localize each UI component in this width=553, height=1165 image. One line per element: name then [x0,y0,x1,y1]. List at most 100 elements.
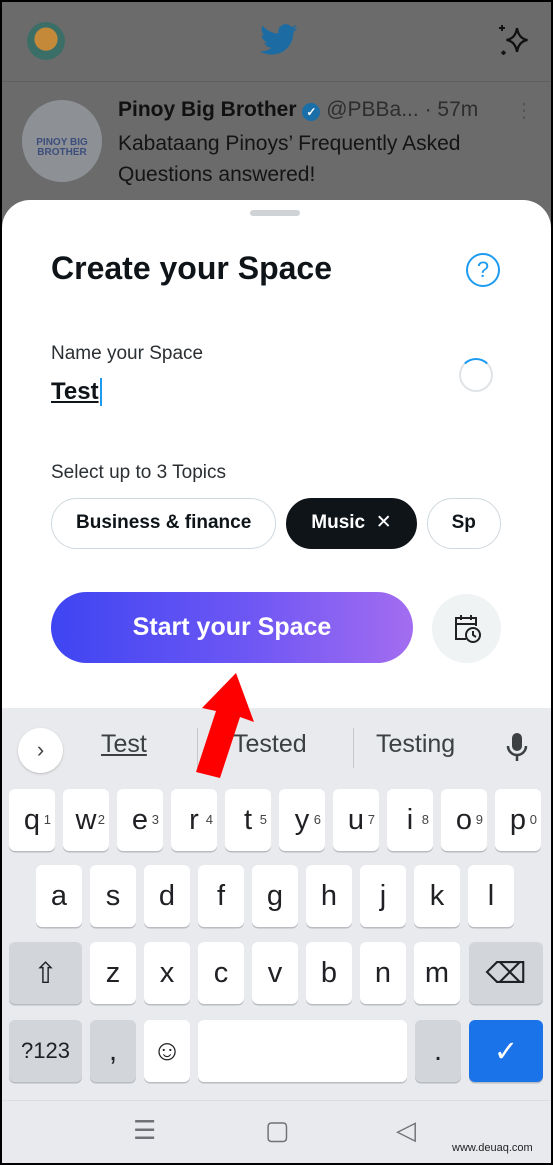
key-h[interactable]: h [306,865,352,927]
key-label: x [159,957,175,989]
key-m[interactable]: m [414,942,460,1004]
suggestion-test[interactable]: Test [101,730,147,759]
key-v[interactable]: v [252,942,298,1004]
topic-chip-music[interactable]: Music ✕ [286,498,417,549]
key-label: s [105,880,121,912]
character-count-ring [459,358,493,392]
tweet-handle: @PBBa... [326,98,419,121]
tweet-header: Pinoy Big Brother ✓ @PBBa... · 57m [118,98,478,122]
symbols-key[interactable]: ?123 [9,1020,82,1082]
drag-handle[interactable] [250,210,300,216]
chip-label: Music [311,512,366,533]
key-label: n [374,957,392,989]
more-options-icon[interactable]: ⋮ [514,98,534,123]
key-label: u [347,804,365,836]
close-icon[interactable]: ✕ [376,512,392,533]
topic-chip-sports[interactable]: Sp [426,498,501,549]
key-label: e [131,804,149,836]
schedule-button[interactable] [432,594,501,663]
key-hint: 6 [313,812,321,827]
key-e[interactable]: e3 [117,789,163,851]
key-hint: 3 [151,812,159,827]
create-space-sheet: Create your Space ? Name your Space Test… [2,200,551,720]
key-x[interactable]: x [144,942,190,1004]
start-space-button[interactable]: Start your Space [51,592,413,663]
home-icon[interactable]: ▢ [265,1115,290,1146]
key-j[interactable]: j [360,865,406,927]
key-u[interactable]: u7 [333,789,379,851]
key-label: b [320,957,338,989]
key-label: c [213,957,229,989]
key-n[interactable]: n [360,942,406,1004]
expand-toolbar-icon[interactable]: › [18,728,63,773]
key-label: o [455,804,473,836]
key-hint: 1 [43,812,51,827]
keyboard: › Test Tested Testing ⇧ ⌫ ?123 , ☺ . ✓ q… [2,708,551,1163]
chip-label: Business & finance [76,512,252,533]
key-s[interactable]: s [90,865,136,927]
key-l[interactable]: l [468,865,514,927]
help-icon[interactable]: ? [466,253,500,287]
key-hint: 5 [259,812,267,827]
tweet-author-name[interactable]: Pinoy Big Brother [118,98,297,121]
key-hint: 2 [97,812,105,827]
key-o[interactable]: o9 [441,789,487,851]
key-hint: 8 [421,812,429,827]
calendar-clock-icon [455,615,481,643]
key-label: h [320,880,338,912]
screen: PINOY BIG BROTHER Pinoy Big Brother ✓ @P… [2,2,551,1163]
key-q[interactable]: q1 [9,789,55,851]
verified-badge-icon: ✓ [302,103,321,121]
back-icon[interactable]: ◁ [396,1115,416,1146]
key-label: d [158,880,176,912]
topic-chips: Business & finance Music ✕ Sp [51,498,501,550]
emoji-key[interactable]: ☺ [144,1020,190,1082]
key-label: f [216,880,226,912]
key-hint: 4 [205,812,213,827]
tweet-time: · 57m [424,98,479,121]
sparkle-icon[interactable] [496,22,532,58]
key-label: g [266,880,284,912]
backspace-key[interactable]: ⌫ [469,942,543,1004]
key-b[interactable]: b [306,942,352,1004]
key-label: p [509,804,527,836]
key-z[interactable]: z [90,942,136,1004]
space-name-input[interactable]: Test [51,378,102,406]
key-t[interactable]: t5 [225,789,271,851]
key-hint: 9 [475,812,483,827]
key-c[interactable]: c [198,942,244,1004]
watermark: www.deuaq.com [452,1142,533,1154]
space-key[interactable] [198,1020,407,1082]
profile-avatar[interactable] [27,22,65,60]
top-bar [2,2,551,82]
key-r[interactable]: r4 [171,789,217,851]
enter-key[interactable]: ✓ [469,1020,543,1082]
key-y[interactable]: y6 [279,789,325,851]
key-label: w [75,804,97,836]
recent-apps-icon[interactable]: ☰ [133,1115,156,1146]
tweet-avatar[interactable]: PINOY BIG BROTHER [22,100,102,182]
key-label: y [294,804,310,836]
shift-key[interactable]: ⇧ [9,942,82,1004]
key-f[interactable]: f [198,865,244,927]
red-arrow-annotation [196,673,254,778]
topic-chip-business[interactable]: Business & finance [51,498,277,549]
key-g[interactable]: g [252,865,298,927]
tweet-text: Kabataang Pinoys’ Frequently Asked Quest… [118,132,461,186]
key-i[interactable]: i8 [387,789,433,851]
suggestion-testing[interactable]: Testing [376,730,455,759]
key-label: z [105,957,121,989]
key-label: j [379,880,387,912]
key-d[interactable]: d [144,865,190,927]
comma-key[interactable]: , [90,1020,136,1082]
period-key[interactable]: . [415,1020,461,1082]
key-label: l [487,880,495,912]
key-p[interactable]: p0 [495,789,541,851]
key-k[interactable]: k [414,865,460,927]
key-label: t [243,804,253,836]
key-w[interactable]: w2 [63,789,109,851]
key-hint: 0 [529,812,537,827]
microphone-icon[interactable] [506,732,528,764]
key-a[interactable]: a [36,865,82,927]
key-label: m [424,957,450,989]
